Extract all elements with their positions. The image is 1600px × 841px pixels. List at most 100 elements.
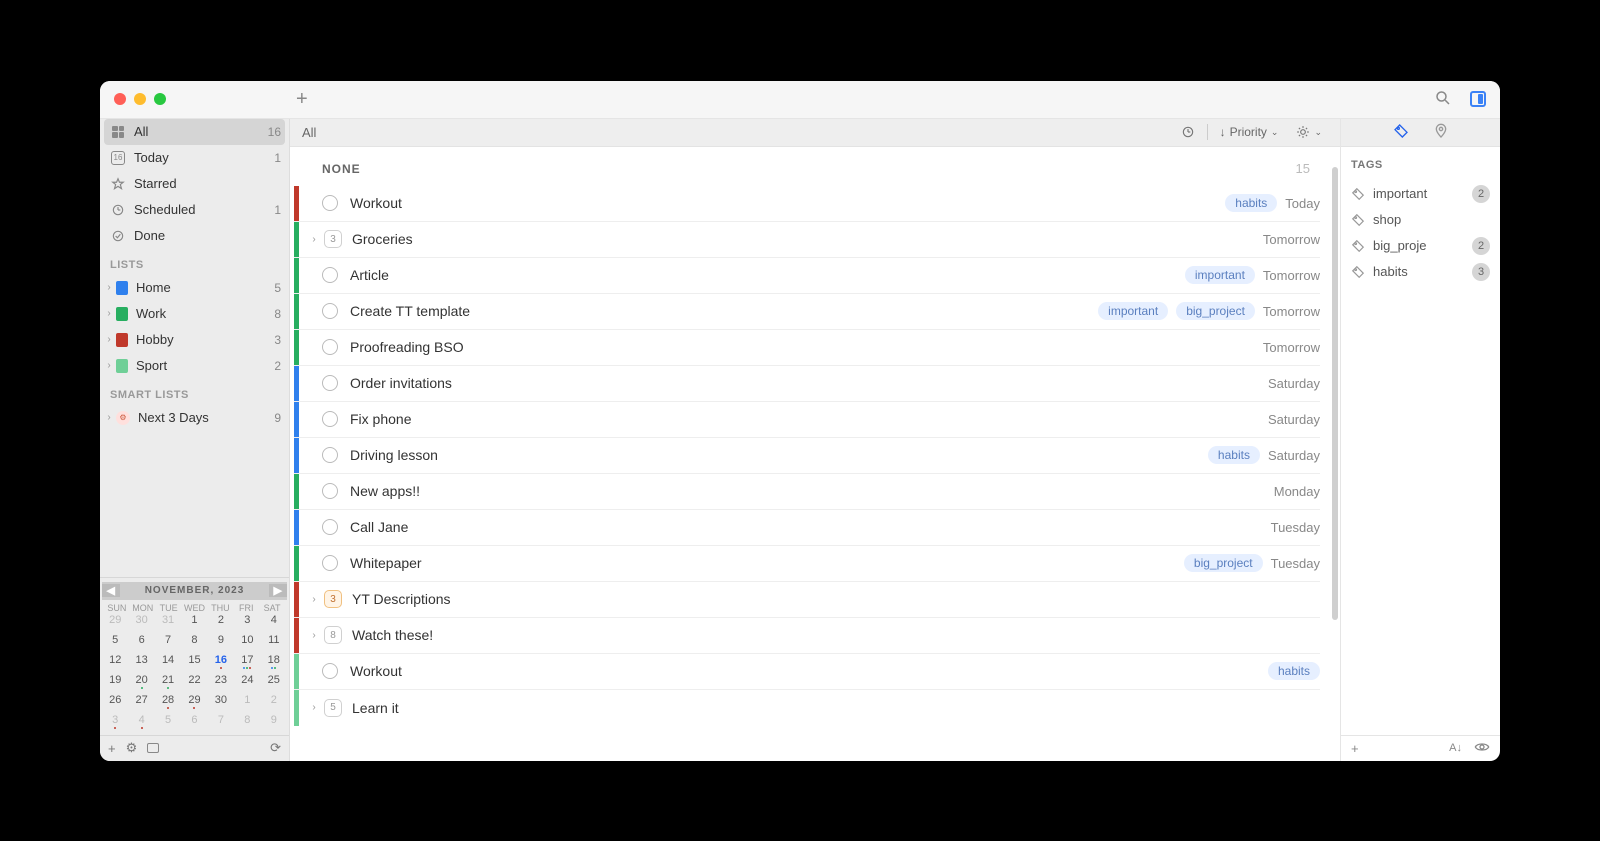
task-checkbox[interactable] <box>322 267 338 283</box>
sidebar-today[interactable]: 16 Today 1 <box>100 145 289 171</box>
calendar-toggle-button[interactable] <box>147 743 159 753</box>
search-icon[interactable] <box>1434 89 1452 110</box>
calendar-day-cell[interactable]: 4 <box>261 613 287 633</box>
calendar-day-cell[interactable]: 1 <box>234 693 260 713</box>
calendar-day-cell[interactable]: 12 <box>102 653 128 673</box>
sidebar-list-sport[interactable]: › Sport 2 <box>100 353 289 379</box>
task-checkbox[interactable] <box>322 663 338 679</box>
sidebar-starred[interactable]: Starred <box>100 171 289 197</box>
tags-tab[interactable] <box>1393 123 1409 142</box>
calendar-day-cell[interactable]: 30 <box>208 693 234 713</box>
task-checkbox[interactable] <box>322 483 338 499</box>
calendar-next-button[interactable]: ▶ <box>269 584 287 597</box>
calendar-day-cell[interactable]: 16 <box>208 653 234 673</box>
calendar-day-cell[interactable]: 5 <box>155 713 181 733</box>
add-list-button[interactable]: + <box>108 741 116 756</box>
calendar-day-cell[interactable]: 28 <box>155 693 181 713</box>
calendar-day-cell[interactable]: 25 <box>261 673 287 693</box>
task-checkbox[interactable] <box>322 555 338 571</box>
appearance-button[interactable]: ⌄ <box>1290 123 1328 141</box>
calendar-day-cell[interactable]: 17 <box>234 653 260 673</box>
task-tag[interactable]: big_project <box>1176 302 1255 320</box>
chevron-right-icon[interactable]: › <box>104 282 114 293</box>
task-row[interactable]: Create TT template importantbig_projectT… <box>294 294 1320 330</box>
calendar-day-cell[interactable]: 24 <box>234 673 260 693</box>
task-tag[interactable]: important <box>1098 302 1168 320</box>
calendar-day-cell[interactable]: 3 <box>102 713 128 733</box>
chevron-right-icon[interactable]: › <box>104 360 114 371</box>
calendar-day-cell[interactable]: 23 <box>208 673 234 693</box>
calendar-day-cell[interactable]: 8 <box>234 713 260 733</box>
task-checkbox[interactable] <box>322 195 338 211</box>
sidebar-list-hobby[interactable]: › Hobby 3 <box>100 327 289 353</box>
calendar-day-cell[interactable]: 15 <box>181 653 207 673</box>
calendar-day-cell[interactable]: 6 <box>128 633 154 653</box>
calendar-day-cell[interactable]: 3 <box>234 613 260 633</box>
sidebar-all[interactable]: All 16 <box>104 119 285 145</box>
task-checkbox[interactable] <box>322 447 338 463</box>
sidebar-list-work[interactable]: › Work 8 <box>100 301 289 327</box>
task-tag[interactable]: habits <box>1208 446 1260 464</box>
add-tag-button[interactable]: + <box>1351 741 1359 756</box>
calendar-day-cell[interactable]: 18 <box>261 653 287 673</box>
sidebar-list-home[interactable]: › Home 5 <box>100 275 289 301</box>
tag-row[interactable]: important 2 <box>1351 181 1490 207</box>
calendar-day-cell[interactable]: 4 <box>128 713 154 733</box>
chevron-right-icon[interactable]: › <box>308 234 320 245</box>
tag-row[interactable]: habits 3 <box>1351 259 1490 285</box>
scrollbar[interactable] <box>1332 167 1338 701</box>
calendar-day-cell[interactable]: 19 <box>102 673 128 693</box>
calendar-day-cell[interactable]: 27 <box>128 693 154 713</box>
task-row[interactable]: New apps!! Monday <box>294 474 1320 510</box>
calendar-day-cell[interactable]: 13 <box>128 653 154 673</box>
locations-tab[interactable] <box>1433 123 1449 142</box>
calendar-day-cell[interactable]: 21 <box>155 673 181 693</box>
task-checkbox[interactable] <box>322 339 338 355</box>
task-checkbox[interactable] <box>322 375 338 391</box>
calendar-day-cell[interactable]: 8 <box>181 633 207 653</box>
calendar-day-cell[interactable]: 31 <box>155 613 181 633</box>
calendar-day-cell[interactable]: 6 <box>181 713 207 733</box>
chevron-right-icon[interactable]: › <box>104 308 114 319</box>
close-window-button[interactable] <box>114 93 126 105</box>
calendar-day-cell[interactable]: 9 <box>208 633 234 653</box>
sync-button[interactable]: ⟳ <box>270 740 281 756</box>
add-button[interactable]: + <box>296 88 308 111</box>
calendar-day-cell[interactable]: 1 <box>181 613 207 633</box>
task-tag[interactable]: habits <box>1268 662 1320 680</box>
task-row[interactable]: Fix phone Saturday <box>294 402 1320 438</box>
calendar-day-cell[interactable]: 5 <box>102 633 128 653</box>
task-row[interactable]: Proofreading BSO Tomorrow <box>294 330 1320 366</box>
task-row[interactable]: Whitepaper big_projectTuesday <box>294 546 1320 582</box>
calendar-day-cell[interactable]: 20 <box>128 673 154 693</box>
chevron-right-icon[interactable]: › <box>308 630 320 641</box>
visibility-button[interactable] <box>1474 739 1490 758</box>
sidebar-scheduled[interactable]: Scheduled 1 <box>100 197 289 223</box>
task-tag[interactable]: habits <box>1225 194 1277 212</box>
calendar-day-cell[interactable]: 29 <box>181 693 207 713</box>
task-row[interactable]: Call Jane Tuesday <box>294 510 1320 546</box>
task-row[interactable]: Driving lesson habitsSaturday <box>294 438 1320 474</box>
calendar-day-cell[interactable]: 9 <box>261 713 287 733</box>
task-tag[interactable]: important <box>1185 266 1255 284</box>
calendar-day-cell[interactable]: 11 <box>261 633 287 653</box>
calendar-day-cell[interactable]: 7 <box>208 713 234 733</box>
sort-tags-button[interactable]: A↓ <box>1449 742 1462 754</box>
calendar-day-cell[interactable]: 26 <box>102 693 128 713</box>
chevron-right-icon[interactable]: › <box>308 702 320 713</box>
task-row[interactable]: Order invitations Saturday <box>294 366 1320 402</box>
settings-button[interactable]: ⚙︎ <box>126 740 138 756</box>
task-tag[interactable]: big_project <box>1184 554 1263 572</box>
task-checkbox[interactable] <box>322 519 338 535</box>
task-row[interactable]: ›8Watch these! <box>294 618 1320 654</box>
chevron-right-icon[interactable]: › <box>104 334 114 345</box>
calendar-day-cell[interactable]: 14 <box>155 653 181 673</box>
calendar-day-cell[interactable]: 7 <box>155 633 181 653</box>
calendar-day-cell[interactable]: 2 <box>261 693 287 713</box>
task-row[interactable]: ›5Learn it <box>294 690 1320 726</box>
task-row[interactable]: Workout habits <box>294 654 1320 690</box>
minimize-window-button[interactable] <box>134 93 146 105</box>
calendar-day-cell[interactable]: 2 <box>208 613 234 633</box>
task-checkbox[interactable] <box>322 303 338 319</box>
zoom-window-button[interactable] <box>154 93 166 105</box>
